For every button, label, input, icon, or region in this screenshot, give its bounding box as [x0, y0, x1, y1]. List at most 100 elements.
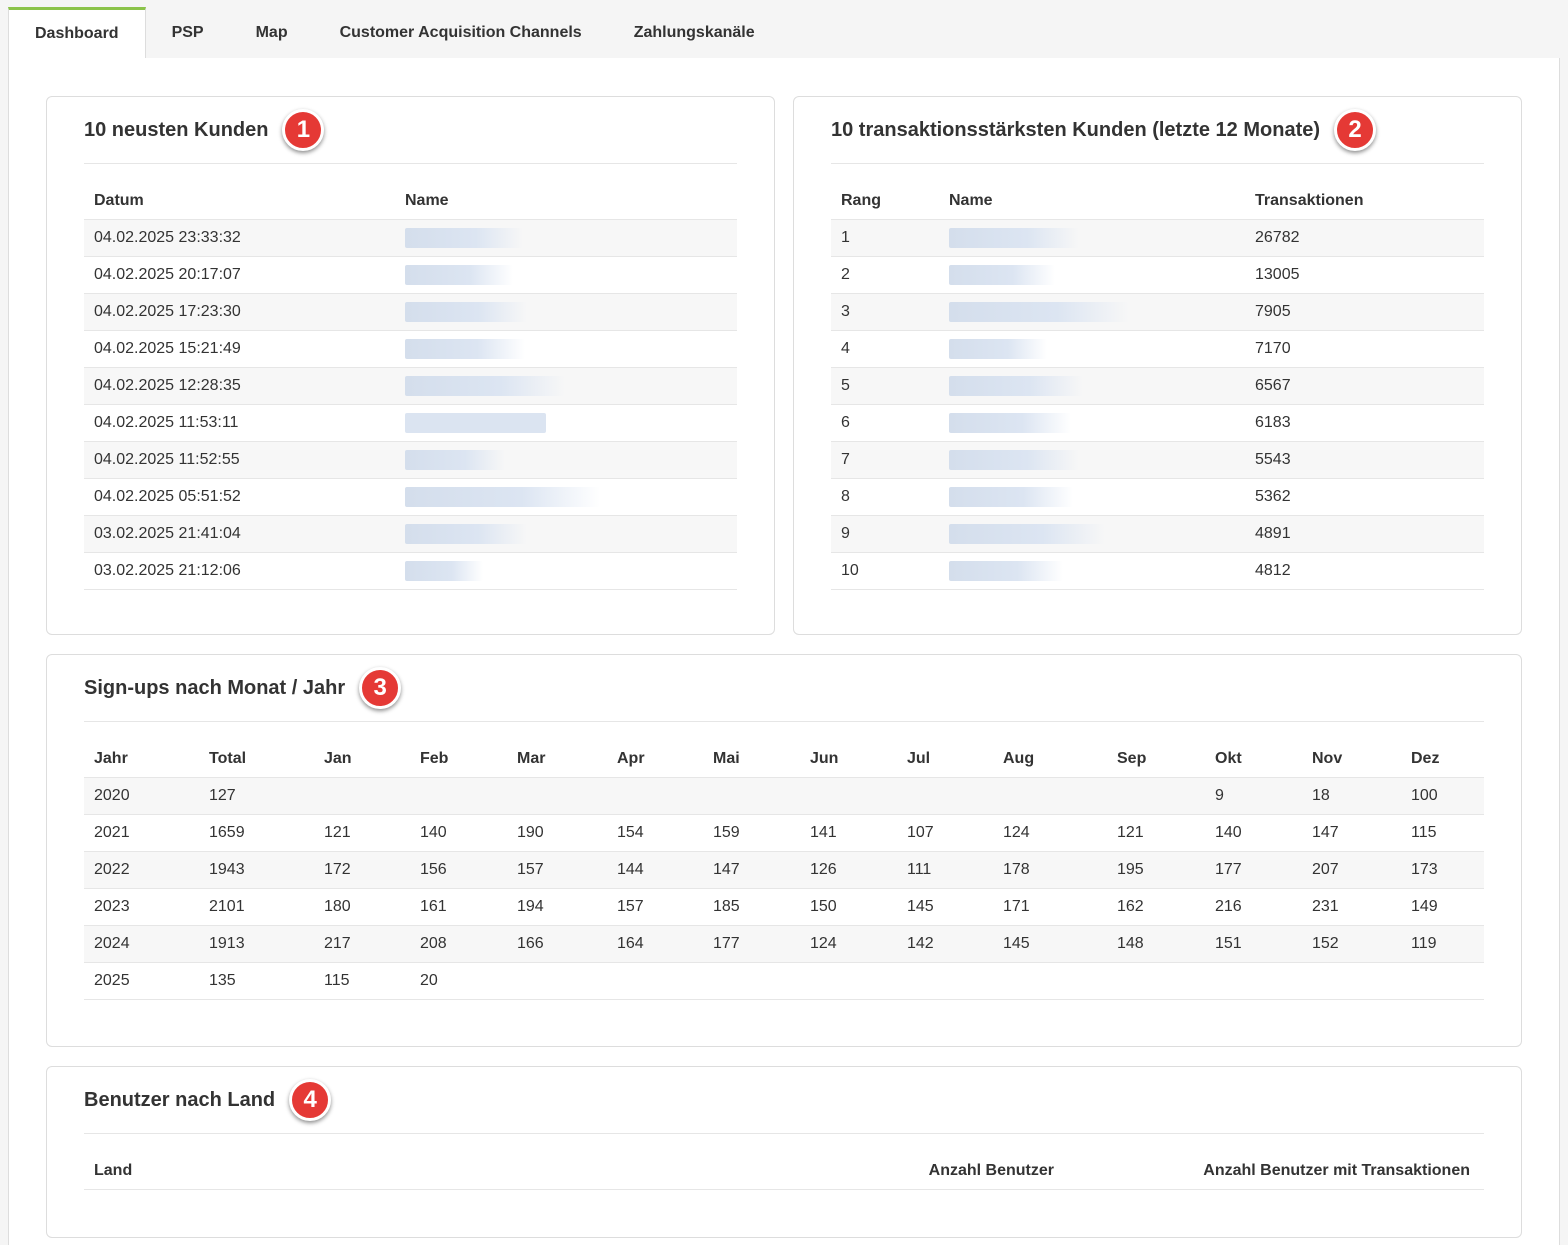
name-cell: [395, 478, 737, 516]
transactions-cell: 26782: [1245, 219, 1484, 257]
month-cell: 140: [410, 814, 507, 852]
transactions-cell: 4812: [1245, 552, 1484, 590]
table-header-row: Jahr Total Jan Feb Mar Apr Mai Jun Jul A…: [84, 741, 1484, 778]
redacted-name: [949, 524, 1105, 544]
redacted-name: [949, 487, 1073, 507]
month-cell: 178: [993, 851, 1107, 889]
month-cell: [507, 777, 607, 815]
name-cell: [939, 219, 1245, 257]
name-cell: [395, 404, 737, 442]
month-cell: [897, 962, 993, 1000]
month-cell: 124: [993, 814, 1107, 852]
month-cell: [1107, 962, 1205, 1000]
name-cell: [395, 552, 737, 590]
month-cell: 119: [1401, 925, 1484, 963]
month-cell: 157: [507, 851, 607, 889]
top-customers-table: Rang Name Transaktionen 1 26782 2 13005 3 7…: [831, 183, 1484, 590]
transactions-cell: 5362: [1245, 478, 1484, 516]
name-cell: [395, 330, 737, 368]
transactions-cell: 7905: [1245, 293, 1484, 331]
tab-zahlungskanaele[interactable]: Zahlungskanäle: [608, 7, 781, 58]
column-header-apr: Apr: [607, 741, 703, 778]
table-row: 2 13005: [831, 256, 1484, 294]
tab-customer-acquisition-channels[interactable]: Customer Acquisition Channels: [314, 7, 608, 58]
table-row: 1 26782: [831, 219, 1484, 257]
rank-cell: 10: [831, 552, 939, 590]
month-cell: [800, 777, 897, 815]
users-by-country-table: Land Anzahl Benutzer Anzahl Benutzer mit…: [84, 1153, 1484, 1190]
table-row: 2020 127 9 18 100: [84, 777, 1484, 815]
name-cell: [395, 256, 737, 294]
month-cell: 150: [800, 888, 897, 926]
month-cell: 115: [1401, 814, 1484, 852]
name-cell: [939, 441, 1245, 479]
table-row: 2025 135 115 20: [84, 962, 1484, 1000]
month-cell: 157: [607, 888, 703, 926]
month-cell: 145: [897, 888, 993, 926]
month-cell: 141: [800, 814, 897, 852]
month-cell: 164: [607, 925, 703, 963]
month-cell: [607, 962, 703, 1000]
column-header-aug: Aug: [993, 741, 1107, 778]
newest-customers-table: Datum Name 04.02.2025 23:33:32 04.02.202…: [84, 183, 737, 590]
table-header-row: Land Anzahl Benutzer Anzahl Benutzer mit…: [84, 1153, 1484, 1190]
tab-psp[interactable]: PSP: [146, 7, 230, 58]
total-cell: 1913: [199, 925, 314, 963]
table-row: 2023 2101 180 161 194 157 185 150 145 171 162 216 23…: [84, 888, 1484, 926]
tab-map[interactable]: Map: [230, 7, 314, 58]
redacted-name: [405, 339, 525, 359]
month-cell: [1401, 962, 1484, 1000]
name-cell: [939, 478, 1245, 516]
annotation-badge-2: 2: [1334, 109, 1377, 151]
column-header-feb: Feb: [410, 741, 507, 778]
column-header-anzahl-benutzer-mit-transaktionen: Anzahl Benutzer mit Transaktionen: [1064, 1153, 1484, 1190]
date-cell: 04.02.2025 23:33:32: [84, 219, 395, 257]
table-row: 04.02.2025 20:17:07: [84, 256, 737, 294]
redacted-name: [405, 228, 523, 248]
month-cell: 124: [800, 925, 897, 963]
annotation-badge-4: 4: [289, 1079, 332, 1121]
column-header-rang: Rang: [831, 183, 939, 220]
month-cell: 190: [507, 814, 607, 852]
tab-dashboard[interactable]: Dashboard: [8, 7, 146, 59]
rank-cell: 1: [831, 219, 939, 257]
month-cell: 161: [410, 888, 507, 926]
redacted-name: [405, 413, 546, 433]
table-row: 7 5543: [831, 441, 1484, 479]
month-cell: 111: [897, 851, 993, 889]
total-cell: 1659: [199, 814, 314, 852]
table-row: 5 6567: [831, 367, 1484, 405]
table-row: 4 7170: [831, 330, 1484, 368]
column-header-jun: Jun: [800, 741, 897, 778]
name-cell: [939, 293, 1245, 331]
redacted-name: [949, 265, 1055, 285]
date-cell: 04.02.2025 20:17:07: [84, 256, 395, 294]
month-cell: 231: [1302, 888, 1401, 926]
table-row: 2024 1913 217 208 166 164 177 124 142 145 148 151 15…: [84, 925, 1484, 963]
name-cell: [939, 330, 1245, 368]
month-cell: 152: [1302, 925, 1401, 963]
month-cell: 172: [314, 851, 410, 889]
table-row: 3 7905: [831, 293, 1484, 331]
month-cell: [703, 777, 800, 815]
month-cell: 100: [1401, 777, 1484, 815]
table-row: 10 4812: [831, 552, 1484, 590]
table-row: 04.02.2025 11:53:11: [84, 404, 737, 442]
year-cell: 2023: [84, 888, 199, 926]
transactions-cell: 5543: [1245, 441, 1484, 479]
year-cell: 2025: [84, 962, 199, 1000]
date-cell: 04.02.2025 11:53:11: [84, 404, 395, 442]
date-cell: 03.02.2025 21:12:06: [84, 552, 395, 590]
rank-cell: 5: [831, 367, 939, 405]
rank-cell: 2: [831, 256, 939, 294]
month-cell: 171: [993, 888, 1107, 926]
table-row: 2022 1943 172 156 157 144 147 126 111 178 195 177 20…: [84, 851, 1484, 889]
month-cell: [800, 962, 897, 1000]
annotation-badge-3: 3: [359, 667, 402, 709]
column-header-jul: Jul: [897, 741, 993, 778]
table-row: 6 6183: [831, 404, 1484, 442]
month-cell: [897, 777, 993, 815]
signups-card: Sign-ups nach Monat / Jahr 3 Jahr Total …: [46, 654, 1522, 1047]
month-cell: 177: [703, 925, 800, 963]
redacted-name: [949, 376, 1083, 396]
